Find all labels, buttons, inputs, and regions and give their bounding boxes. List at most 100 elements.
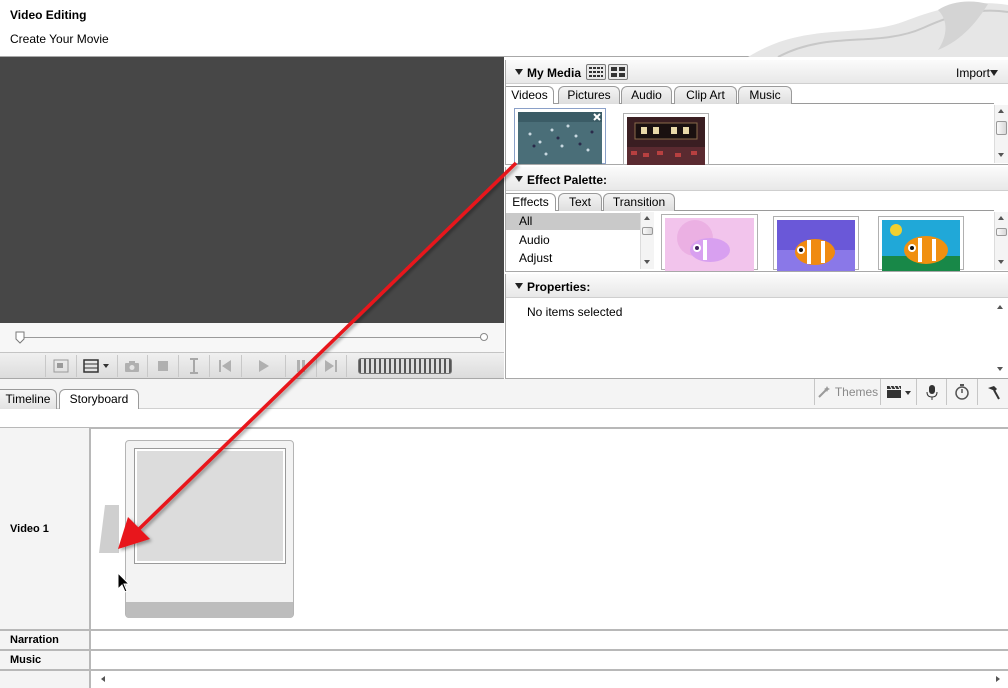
hammer-icon — [988, 386, 1000, 400]
effect-palette-header: Effect Palette: — [506, 167, 1008, 191]
tab-effects[interactable]: Effects — [506, 193, 556, 211]
view-toolbar: Timeline Storyboard Themes — [0, 379, 1008, 409]
scroll-down-icon[interactable] — [998, 153, 1004, 157]
next-frame-icon — [325, 360, 337, 372]
microphone-icon — [926, 385, 937, 400]
video-thumbnail-football[interactable] — [514, 108, 606, 164]
import-button[interactable]: Import — [956, 66, 990, 80]
collapse-triangle-icon[interactable] — [515, 69, 523, 75]
snapshot-button[interactable] — [119, 355, 145, 377]
video-thumbnail-scoreboard[interactable] — [623, 113, 709, 165]
my-media-panel: My Media Import Videos Pictures Audio Cl… — [505, 60, 1008, 165]
jog-shuttle-control[interactable] — [358, 358, 452, 374]
football-video-image — [518, 112, 602, 164]
next-frame-button[interactable] — [318, 355, 344, 377]
previous-frame-button[interactable] — [212, 355, 238, 377]
fullscreen-button[interactable] — [48, 355, 74, 377]
scroll-down-icon[interactable] — [998, 260, 1004, 264]
video-preview — [0, 57, 504, 323]
app-title: Video Editing — [10, 8, 87, 22]
pause-button[interactable] — [288, 355, 314, 377]
controls-separator — [76, 355, 77, 377]
scroll-up-icon[interactable] — [997, 305, 1003, 309]
storyboard-top-divider — [0, 427, 1008, 429]
scrub-bar — [0, 323, 504, 352]
effect-palette-title: Effect Palette: — [527, 173, 608, 187]
category-scrollbar[interactable] — [640, 212, 654, 269]
previous-frame-icon — [219, 360, 231, 372]
my-media-title: My Media — [527, 66, 582, 80]
scroll-thumb[interactable] — [996, 228, 1007, 236]
view-options-button[interactable] — [79, 355, 115, 377]
playhead-handle[interactable] — [15, 331, 25, 344]
narration-button[interactable] — [916, 379, 946, 405]
controls-separator — [45, 355, 46, 377]
properties-panel: Properties: No items selected — [505, 274, 1008, 379]
effect-thumbnail-2[interactable] — [773, 216, 859, 271]
tools-button[interactable] — [977, 379, 1008, 405]
scroll-down-icon[interactable] — [644, 260, 650, 264]
tab-pictures[interactable]: Pictures — [558, 86, 620, 104]
list-item[interactable]: All — [506, 213, 640, 230]
properties-header: Properties: — [506, 274, 1008, 298]
tab-transition[interactable]: Transition — [603, 193, 675, 211]
effect-thumbnail-3[interactable] — [878, 216, 964, 271]
tab-storyboard[interactable]: Storyboard — [59, 389, 139, 409]
scroll-left-icon — [101, 676, 105, 682]
tab-timeline[interactable]: Timeline — [0, 389, 57, 409]
properties-title: Properties: — [527, 280, 591, 294]
clapper-menu-button[interactable] — [880, 379, 916, 405]
clip-frame-placeholder — [135, 449, 285, 563]
controls-separator — [117, 355, 118, 377]
play-icon — [259, 360, 269, 372]
themes-button[interactable]: Themes — [814, 379, 880, 405]
grid-view-button[interactable] — [586, 64, 606, 80]
controls-separator — [147, 355, 148, 377]
tab-text[interactable]: Text — [558, 193, 602, 211]
scrub-end-marker[interactable] — [480, 333, 488, 341]
stop-button[interactable] — [150, 355, 176, 377]
effect-thumbnail-1[interactable] — [661, 214, 758, 271]
play-button[interactable] — [250, 355, 276, 377]
stop-icon — [158, 361, 168, 371]
controls-separator — [346, 355, 347, 377]
playback-controls — [0, 352, 504, 379]
controls-separator — [209, 355, 210, 377]
tab-videos[interactable]: Videos — [506, 86, 554, 104]
effects-scrollbar[interactable] — [994, 212, 1008, 270]
list-item[interactable]: Adjust — [506, 250, 640, 267]
tab-audio[interactable]: Audio — [621, 86, 672, 104]
list-item[interactable]: Audio — [506, 232, 640, 249]
scroll-down-icon[interactable] — [997, 367, 1003, 371]
close-icon[interactable] — [592, 112, 602, 122]
clapperboard-icon — [886, 385, 911, 398]
scroll-up-icon[interactable] — [998, 216, 1004, 220]
import-dropdown-icon[interactable] — [990, 70, 998, 76]
scroll-up-icon[interactable] — [644, 216, 650, 220]
scroll-right-icon — [996, 676, 1000, 682]
track-divider — [0, 649, 1008, 651]
media-scrollbar[interactable] — [994, 105, 1008, 163]
scrub-track[interactable] — [20, 337, 486, 338]
scroll-up-icon[interactable] — [998, 109, 1004, 113]
properties-empty-text: No items selected — [527, 305, 623, 319]
timer-button[interactable] — [946, 379, 977, 405]
camera-icon — [125, 361, 139, 372]
storyboard-clip-slot[interactable] — [125, 440, 294, 618]
transition-slot[interactable] — [99, 505, 119, 553]
scroll-thumb[interactable] — [996, 121, 1007, 135]
collapse-triangle-icon[interactable] — [515, 283, 523, 289]
properties-scrollbar[interactable] — [994, 299, 1008, 377]
view-options-icon — [83, 359, 109, 373]
scroll-thumb[interactable] — [642, 227, 653, 235]
tab-music[interactable]: Music — [738, 86, 792, 104]
storyboard-horizontal-scrollbar[interactable] — [93, 670, 1008, 688]
tab-clip-art[interactable]: Clip Art — [674, 86, 737, 104]
storyboard-area: Video 1 Narration Music — [0, 409, 1008, 688]
thumbnail-view-button[interactable] — [608, 64, 628, 80]
split-button[interactable] — [181, 355, 207, 377]
track-label-narration: Narration — [10, 634, 59, 646]
collapse-triangle-icon[interactable] — [515, 176, 523, 182]
my-media-header: My Media Import — [506, 60, 1008, 84]
clownfish-pink-effect-image — [665, 218, 754, 271]
